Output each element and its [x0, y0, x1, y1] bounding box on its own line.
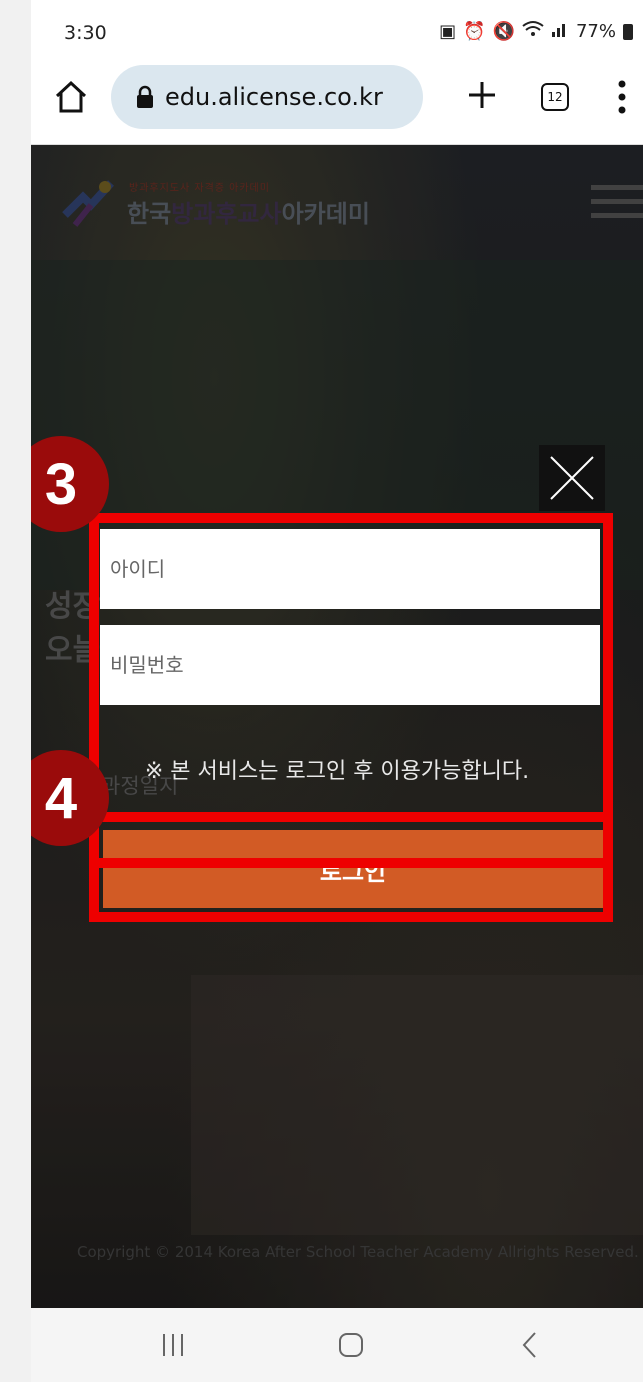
- alarm-icon: ⏰: [463, 21, 486, 42]
- lock-icon: [137, 85, 153, 108]
- phone-screen: 3:30 ▣ ⏰ 🔇 77% edu.alicense.co.kr 12 방과후…: [31, 0, 643, 1382]
- status-bar: 3:30 ▣ ⏰ 🔇 77%: [31, 0, 643, 60]
- system-nav-bar: [31, 1308, 643, 1382]
- back-icon: [522, 1332, 536, 1358]
- recent-apps-button[interactable]: [159, 1330, 187, 1360]
- browser-menu-button[interactable]: [617, 80, 627, 114]
- web-viewport: 방과후지도사 자격증 아카데미 한국방과후교사아카데미 성장 오늘 과정일지 C…: [31, 145, 643, 1308]
- browser-toolbar: edu.alicense.co.kr 12: [31, 60, 643, 145]
- tab-switcher-button[interactable]: 12: [541, 83, 569, 111]
- address-bar[interactable]: edu.alicense.co.kr: [111, 65, 423, 129]
- more-vert-icon: [618, 80, 626, 114]
- signal-icon: [551, 20, 569, 43]
- battery-saver-icon: ▣: [439, 21, 457, 42]
- back-button[interactable]: [519, 1330, 541, 1360]
- new-tab-button[interactable]: [463, 76, 501, 114]
- recent-apps-icon: [163, 1334, 183, 1356]
- close-icon: [550, 456, 594, 500]
- tab-count: 12: [547, 90, 563, 104]
- battery-icon: [623, 23, 633, 40]
- home-icon: [55, 80, 87, 113]
- nav-home-button[interactable]: [337, 1330, 365, 1360]
- plus-icon: [469, 82, 495, 108]
- battery-level: 77%: [575, 21, 616, 42]
- home-button[interactable]: [53, 79, 89, 115]
- url-text: edu.alicense.co.kr: [165, 83, 383, 111]
- close-button[interactable]: [539, 445, 605, 511]
- mute-icon: 🔇: [492, 21, 515, 42]
- highlight-box-step-4: [89, 812, 613, 922]
- status-time: 3:30: [64, 22, 107, 44]
- wifi-icon: [522, 20, 544, 43]
- status-icons: ▣ ⏰ 🔇 77%: [439, 20, 633, 43]
- nav-home-icon: [339, 1333, 363, 1357]
